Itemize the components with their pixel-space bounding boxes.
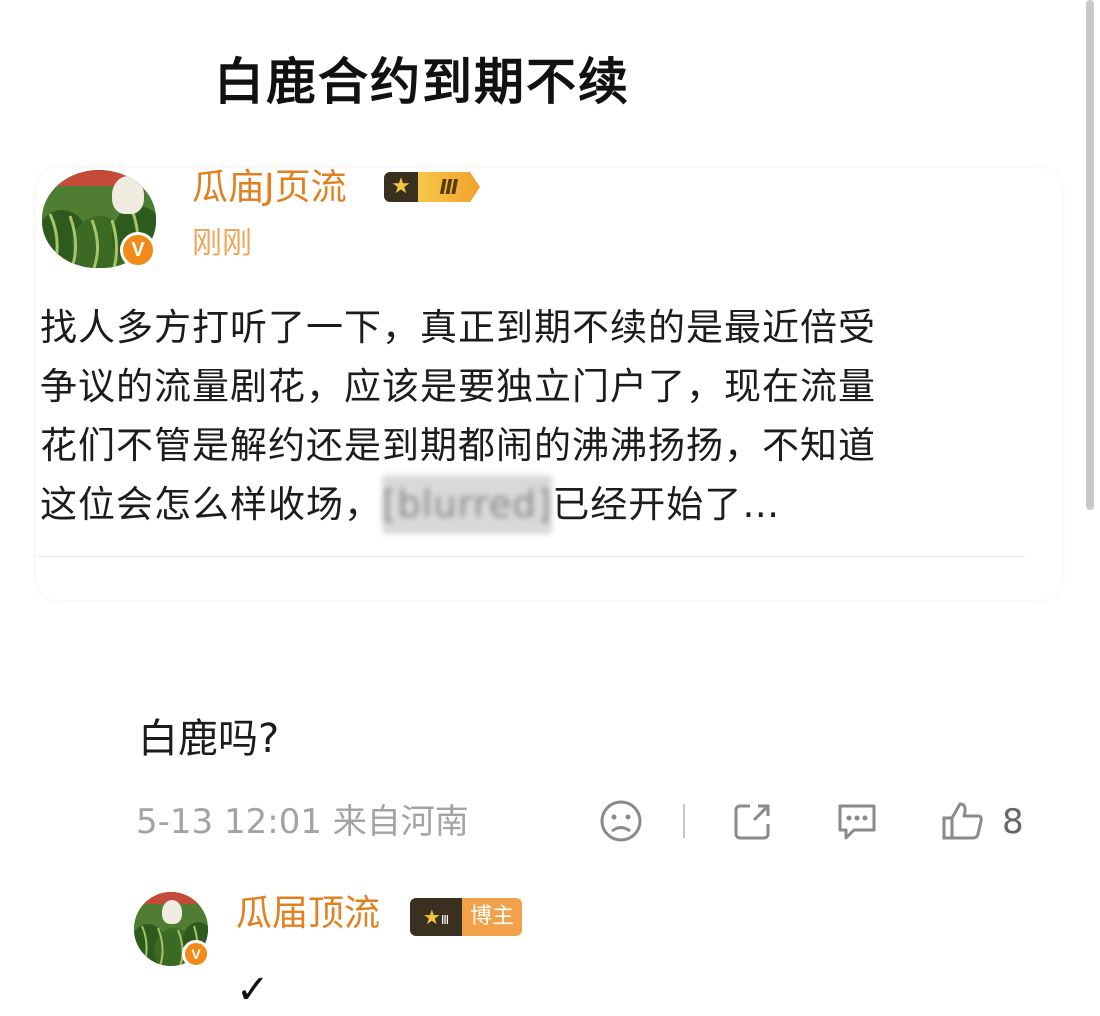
thumbs-up-icon[interactable]: [938, 796, 988, 846]
comment-meta: 5-13 12:01 来自河南: [136, 802, 469, 842]
rank-badge: ★Ⅲ 博主: [410, 898, 522, 936]
rank-level: Ⅲ: [418, 172, 480, 202]
verified-icon: V: [182, 940, 210, 968]
post-body-line: 这位会怎么样收场，[blurred]已经开始了…: [40, 475, 1020, 534]
check-mark: ✓: [236, 967, 270, 1013]
headline: 白鹿合约到期不续: [214, 53, 630, 111]
comment-text: 白鹿吗?: [138, 716, 280, 762]
crown-glyph: ★: [422, 905, 441, 929]
blogger-tag: 博主: [462, 898, 522, 936]
rank-level-label: Ⅲ: [439, 175, 459, 199]
divider: [36, 556, 1026, 557]
share-icon[interactable]: [728, 796, 778, 846]
crown-icon: ★: [384, 172, 418, 202]
page: 白鹿合约到期不续 V 瓜庙J页流 ★ Ⅲ 刚刚 找人多方打听了一下，真正到期不续…: [0, 0, 1100, 1016]
post-body: 找人多方打听了一下，真正到期不续的是最近倍受 争议的流量剧花，应该是要独立门户了…: [40, 298, 1020, 534]
avatar-cat: [162, 900, 182, 924]
post-author-name[interactable]: 瓜庙J页流: [192, 168, 347, 208]
rank-level-label: Ⅲ: [440, 913, 450, 927]
post-body-segment: 这位会怎么样收场，: [40, 483, 382, 526]
crown-icon: ★Ⅲ: [410, 898, 462, 936]
post-body-line: 花们不管是解约还是到期都闹的沸沸扬扬，不知道: [40, 424, 876, 467]
rank-badge: ★ Ⅲ: [384, 172, 480, 202]
post-body-segment: 已经开始了…: [552, 483, 781, 526]
blurred-text: [blurred]: [382, 475, 553, 534]
post-body-line: 找人多方打听了一下，真正到期不续的是最近倍受: [40, 306, 876, 349]
comment-icon[interactable]: [832, 796, 882, 846]
sad-face-icon[interactable]: [596, 796, 646, 846]
post-body-line: 争议的流量剧花，应该是要独立门户了，现在流量: [40, 365, 876, 408]
action-separator: [683, 804, 685, 838]
reply-author-name[interactable]: 瓜届顶流: [236, 894, 380, 934]
post-time: 刚刚: [192, 226, 252, 261]
scrollbar[interactable]: [1086, 0, 1094, 510]
verified-icon: V: [120, 232, 156, 268]
avatar-cat: [112, 176, 144, 214]
like-count: 8: [1002, 802, 1024, 842]
